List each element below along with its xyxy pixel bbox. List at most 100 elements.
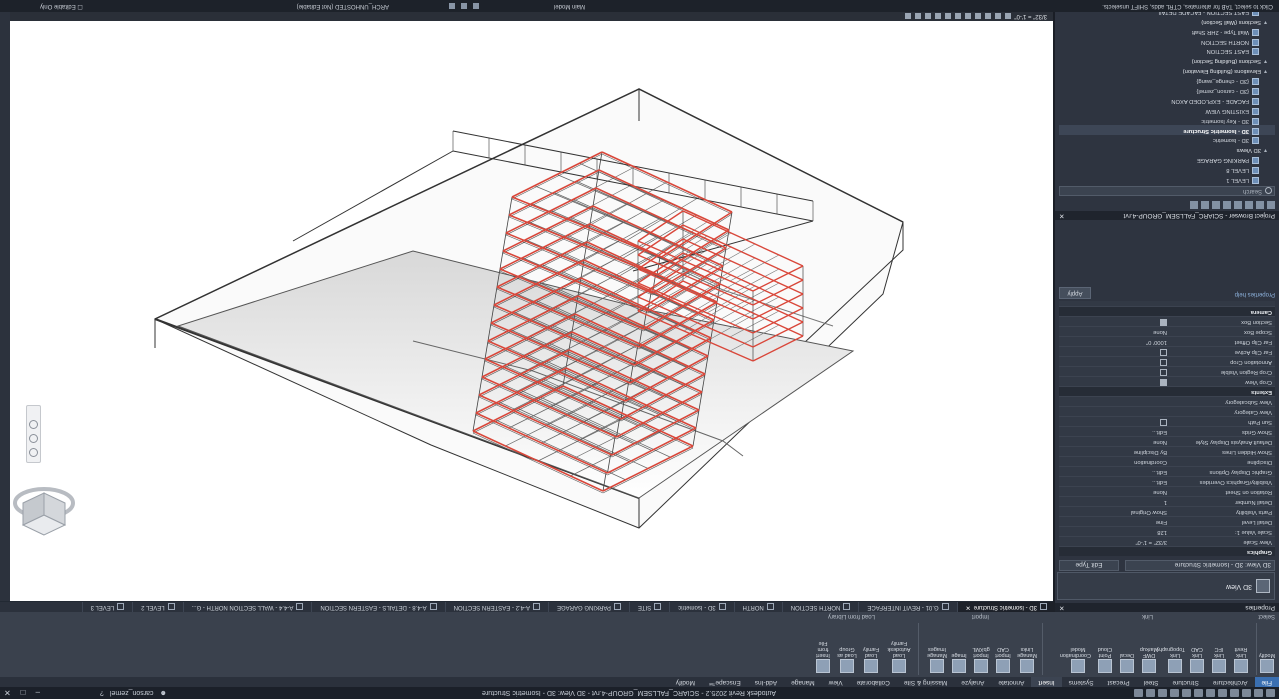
- property-value[interactable]: [1063, 377, 1167, 386]
- save-icon[interactable]: [1242, 689, 1251, 697]
- property-row[interactable]: Detail Level Fine: [1059, 516, 1275, 526]
- detail-level-icon[interactable]: [1005, 13, 1011, 20]
- property-value[interactable]: 1: [1063, 497, 1167, 506]
- browser-view-item[interactable]: LEVEL 1: [1059, 174, 1275, 184]
- property-checkbox[interactable]: [1160, 359, 1167, 366]
- browser-view-item[interactable]: {3D - carson_zemel}: [1059, 85, 1275, 95]
- render-icon[interactable]: [965, 13, 971, 20]
- view-tab[interactable]: SITE: [628, 602, 670, 612]
- tab-file[interactable]: File: [1254, 677, 1279, 687]
- expand-chevron-icon[interactable]: ▾: [1261, 65, 1267, 75]
- property-checkbox[interactable]: [1160, 349, 1167, 356]
- expand-chevron-icon[interactable]: ▾: [1261, 55, 1267, 65]
- shadows-icon[interactable]: [975, 13, 981, 20]
- view-tab[interactable]: G.01 - REVIT INTERFACE: [858, 602, 957, 612]
- import-gbxml-button[interactable]: Import gbXML: [971, 646, 991, 673]
- view-tab[interactable]: A-4.4 - WALL SECTION NORTH - G...: [182, 602, 312, 612]
- minimize-button[interactable]: –: [36, 689, 40, 698]
- property-value[interactable]: None: [1063, 487, 1167, 496]
- browser-view-item[interactable]: PARKING GARAGE: [1059, 154, 1275, 165]
- browser-tool-icon[interactable]: [1234, 201, 1242, 209]
- undo-icon[interactable]: [1218, 689, 1227, 697]
- pan-icon[interactable]: [29, 420, 38, 429]
- text-icon[interactable]: [1170, 689, 1179, 697]
- image-button[interactable]: Image: [949, 652, 969, 673]
- browser-view-item[interactable]: {3D - chenge_wang}: [1059, 75, 1275, 86]
- property-row[interactable]: Far Clip Offset 1000' 0": [1059, 336, 1275, 346]
- design-option-selector[interactable]: Main Model: [550, 0, 589, 12]
- section-icon[interactable]: [1146, 689, 1155, 697]
- property-row[interactable]: Annotation Crop: [1059, 356, 1275, 366]
- tab-collaborate[interactable]: Collaborate: [850, 677, 897, 687]
- revit-logo-icon[interactable]: [1266, 689, 1275, 697]
- tab-annotate[interactable]: Annotate: [991, 677, 1031, 687]
- property-group-header[interactable]: Graphics: [1059, 546, 1275, 556]
- property-value[interactable]: None: [1063, 327, 1167, 336]
- 3d-view-icon[interactable]: [1158, 689, 1167, 697]
- viewcube[interactable]: [13, 483, 75, 543]
- steering-wheel-icon[interactable]: [29, 448, 38, 457]
- redo-icon[interactable]: [1206, 689, 1215, 697]
- browser-view-item[interactable]: Wall Type - 2HR Shaft: [1059, 26, 1275, 36]
- property-row[interactable]: Far Clip Active: [1059, 346, 1275, 356]
- property-row[interactable]: Sun Path: [1059, 416, 1275, 426]
- property-row[interactable]: Rotation on Sheet None: [1059, 486, 1275, 496]
- property-row[interactable]: Detail Number 1: [1059, 496, 1275, 506]
- user-menu[interactable]: ☻ carson_zemel ?: [100, 690, 167, 697]
- tab-manage[interactable]: Manage: [784, 677, 822, 687]
- tab-structure[interactable]: Structure: [1165, 677, 1205, 687]
- browser-group[interactable]: ▾Sections (Building Section): [1059, 55, 1275, 65]
- property-value[interactable]: [1063, 357, 1167, 366]
- insert-from-file-button[interactable]: Insert from File: [813, 640, 833, 673]
- view-tab[interactable]: 3D - Isometric Structure ✕: [956, 602, 1055, 612]
- select-links-icon[interactable]: [449, 3, 455, 9]
- modify-button[interactable]: Modify: [1257, 652, 1277, 673]
- browser-view-item[interactable]: EXISTING VIEW: [1059, 105, 1275, 115]
- tab-massing-site[interactable]: Massing & Site: [897, 677, 954, 687]
- view-tab[interactable]: A-4.2 - EASTERN SECTION: [444, 602, 548, 612]
- tab-view[interactable]: View: [822, 677, 850, 687]
- browser-tool-icon[interactable]: [1256, 201, 1264, 209]
- view-tab[interactable]: PARKING GARAGE: [547, 602, 629, 612]
- tab-architecture[interactable]: Architecture: [1206, 677, 1255, 687]
- expand-chevron-icon[interactable]: ▾: [1261, 144, 1267, 154]
- zoom-icon[interactable]: [29, 434, 38, 443]
- property-row[interactable]: Scope Box None: [1059, 326, 1275, 336]
- property-value[interactable]: Show Original: [1063, 507, 1167, 516]
- browser-tool-icon[interactable]: [1245, 201, 1253, 209]
- property-row[interactable]: Scale Value 1: 128: [1059, 526, 1275, 536]
- property-value[interactable]: [1063, 417, 1167, 426]
- browser-view-item[interactable]: NORTH SECTION: [1059, 36, 1275, 46]
- link-ifc-button[interactable]: Link IFC: [1209, 646, 1229, 673]
- view-tab[interactable]: LEVEL 3: [81, 602, 133, 612]
- thin-lines-icon[interactable]: [1134, 689, 1143, 697]
- browser-group[interactable]: ▾Sections (Wall Section): [1059, 16, 1275, 26]
- property-checkbox[interactable]: [1160, 369, 1167, 376]
- editable-only-toggle[interactable]: ☐ Editable Only: [40, 0, 83, 12]
- property-value[interactable]: 3/32" = 1'-0": [1063, 537, 1168, 546]
- visual-style-icon[interactable]: [995, 13, 1001, 20]
- analytical-model-icon[interactable]: [905, 13, 911, 20]
- property-value[interactable]: None: [1063, 437, 1167, 446]
- print-icon[interactable]: [1194, 689, 1203, 697]
- browser-tool-icon[interactable]: [1223, 201, 1231, 209]
- property-value[interactable]: Edit...: [1063, 427, 1167, 436]
- close-browser-icon[interactable]: ✕: [1059, 211, 1064, 220]
- link-revit-button[interactable]: Link Revit: [1231, 646, 1251, 673]
- load-family-button[interactable]: Load Family: [861, 646, 881, 673]
- sync-icon[interactable]: [1230, 689, 1239, 697]
- measure-icon[interactable]: [1182, 689, 1191, 697]
- edit-type-button[interactable]: Edit Type: [1059, 560, 1119, 571]
- browser-view-item[interactable]: FACADE - EXPLODED AXON: [1059, 95, 1275, 105]
- property-row[interactable]: Show Hidden Lines By Discipline: [1059, 446, 1275, 456]
- browser-view-item[interactable]: LEVEL 8: [1059, 164, 1275, 175]
- link-topography-button[interactable]: Link Topography: [1156, 646, 1185, 673]
- property-row[interactable]: Crop Region Visible: [1059, 366, 1275, 376]
- tab-precast[interactable]: Precast: [1101, 677, 1137, 687]
- property-value[interactable]: [1063, 347, 1167, 356]
- tab-enscape[interactable]: Enscape™: [702, 677, 748, 687]
- temp-hide-icon[interactable]: [925, 13, 931, 20]
- property-value[interactable]: [1063, 317, 1167, 326]
- decal-button[interactable]: Decal: [1117, 652, 1137, 673]
- close-tab-icon[interactable]: ✕: [966, 602, 971, 612]
